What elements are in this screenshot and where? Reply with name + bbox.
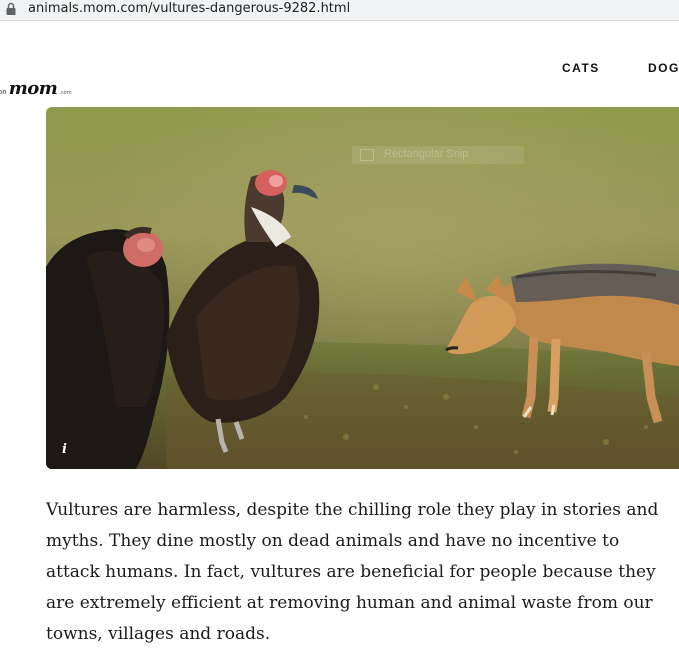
article-paragraph: Vultures are harmless, despite the chill… xyxy=(46,500,659,644)
logo-wordmark: mom xyxy=(8,78,58,99)
logo-prefix: on xyxy=(0,88,7,96)
site-logo[interactable]: on mom .com xyxy=(0,78,72,99)
info-icon[interactable]: i xyxy=(62,442,67,457)
snip-icon xyxy=(360,149,374,161)
article-body: Vultures are harmless, despite the chill… xyxy=(46,495,676,650)
url-text[interactable]: animals.mom.com/vultures-dangerous-9282.… xyxy=(28,1,350,17)
lock-icon xyxy=(6,2,16,15)
logo-suffix: .com xyxy=(59,90,72,96)
address-bar[interactable]: animals.mom.com/vultures-dangerous-9282.… xyxy=(0,0,679,21)
snip-overlay: Rectangular Snip xyxy=(352,146,524,164)
site-header: on mom .com CATS DOG xyxy=(0,21,679,107)
snip-overlay-label: Rectangular Snip xyxy=(384,148,469,160)
nav-item-cats[interactable]: CATS xyxy=(562,61,600,75)
nav-item-dogs[interactable]: DOG xyxy=(648,61,679,75)
main-nav: CATS DOG xyxy=(0,61,679,77)
